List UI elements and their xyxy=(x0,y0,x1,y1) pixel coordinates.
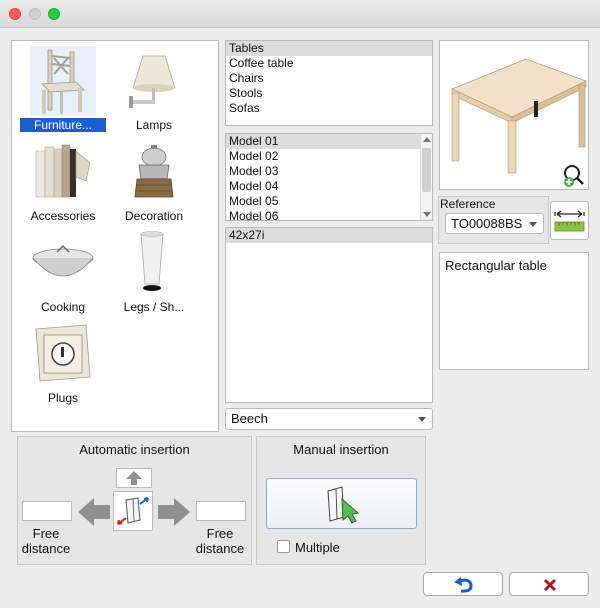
list-item[interactable]: Model 03 xyxy=(226,164,432,179)
manual-insert-button[interactable] xyxy=(266,478,417,529)
list-item[interactable]: Tables xyxy=(226,41,432,56)
wok-icon xyxy=(30,228,96,298)
category-plugs[interactable]: Plugs xyxy=(20,319,106,405)
material-value: Beech xyxy=(231,411,268,426)
move-up-button[interactable] xyxy=(116,468,152,488)
category-label: Plugs xyxy=(47,391,79,405)
free-distance-left-input[interactable] xyxy=(22,501,72,521)
list-item[interactable]: Model 05 xyxy=(226,194,432,209)
cabinet-insert-icon xyxy=(117,497,149,525)
multiple-label: Multiple xyxy=(295,540,340,555)
zoom-window-button[interactable] xyxy=(48,8,60,20)
move-left-button[interactable] xyxy=(76,496,112,528)
category-lamps[interactable]: Lamps xyxy=(111,46,197,132)
auto-insert-button[interactable] xyxy=(113,491,153,531)
size-list[interactable]: 42x27i xyxy=(225,227,433,403)
scroll-thumb[interactable] xyxy=(422,148,431,192)
title-bar xyxy=(0,0,600,28)
family-list[interactable]: Tables Coffee table Chairs Stools Sofas xyxy=(225,40,433,126)
leg-icon xyxy=(121,228,187,298)
list-item[interactable]: Model 04 xyxy=(226,179,432,194)
list-item[interactable]: Chairs xyxy=(226,71,432,86)
reference-label: Reference xyxy=(440,197,496,211)
close-window-button[interactable] xyxy=(9,8,21,20)
free-distance-left-label: Free distance xyxy=(21,526,71,556)
reference-select[interactable]: TO00088BS xyxy=(445,213,544,234)
list-item[interactable]: Coffee table xyxy=(226,56,432,71)
scroll-down-icon[interactable] xyxy=(423,212,431,217)
category-accessories[interactable]: Accessories xyxy=(20,137,106,223)
material-select[interactable]: Beech xyxy=(225,408,433,430)
category-cooking[interactable]: Cooking xyxy=(20,228,106,314)
lamp-icon xyxy=(121,46,187,116)
description-text: Rectangular table xyxy=(445,258,547,273)
plug-icon xyxy=(30,319,96,389)
category-label: Furniture... xyxy=(20,118,106,132)
description-panel: Rectangular table xyxy=(439,252,589,370)
zoom-in-icon[interactable] xyxy=(561,163,587,189)
category-decoration[interactable]: Decoration xyxy=(111,137,197,223)
scroll-up-icon[interactable] xyxy=(423,137,431,142)
category-legs[interactable]: Legs / Sh... xyxy=(111,228,197,314)
teapot-icon xyxy=(121,137,187,207)
reference-value: TO00088BS xyxy=(451,216,523,231)
category-label: Lamps xyxy=(135,118,173,132)
model-preview xyxy=(439,40,589,190)
free-distance-right-label: Free distance xyxy=(195,526,245,556)
chair-icon xyxy=(30,46,96,116)
model-list-scrollbar[interactable] xyxy=(420,134,432,220)
books-icon xyxy=(30,137,96,207)
undo-button[interactable] xyxy=(423,572,503,596)
undo-icon xyxy=(454,577,473,593)
move-right-button[interactable] xyxy=(156,496,192,528)
list-item[interactable]: Model 06 xyxy=(226,209,432,220)
automatic-insertion-title: Automatic insertion xyxy=(79,442,190,457)
list-item[interactable]: 42x27i xyxy=(226,228,432,243)
minimize-window-button[interactable] xyxy=(29,8,41,20)
model-list[interactable]: Model 01 Model 02 Model 03 Model 04 Mode… xyxy=(225,133,433,221)
list-item[interactable]: Stools xyxy=(226,86,432,101)
chevron-down-icon xyxy=(529,222,537,227)
free-distance-right-input[interactable] xyxy=(196,501,246,521)
ruler-icon xyxy=(554,210,585,232)
cabinet-cursor-icon xyxy=(327,486,360,524)
manual-insertion-title: Manual insertion xyxy=(293,442,389,457)
category-label: Legs / Sh... xyxy=(123,300,185,314)
cancel-button[interactable] xyxy=(509,572,589,596)
multiple-checkbox[interactable] xyxy=(277,540,290,553)
category-furniture[interactable]: Furniture... xyxy=(20,46,106,132)
list-item[interactable]: Sofas xyxy=(226,101,432,116)
category-panel: Furniture... Lamps Accessories Decoratio… xyxy=(11,40,219,432)
close-icon xyxy=(543,578,557,592)
category-label: Cooking xyxy=(40,300,86,314)
category-label: Accessories xyxy=(30,209,96,223)
list-item[interactable]: Model 02 xyxy=(226,149,432,164)
list-item[interactable]: Model 01 xyxy=(226,134,432,149)
category-label: Decoration xyxy=(124,209,184,223)
measure-button[interactable] xyxy=(550,201,589,240)
chevron-down-icon xyxy=(418,417,426,422)
